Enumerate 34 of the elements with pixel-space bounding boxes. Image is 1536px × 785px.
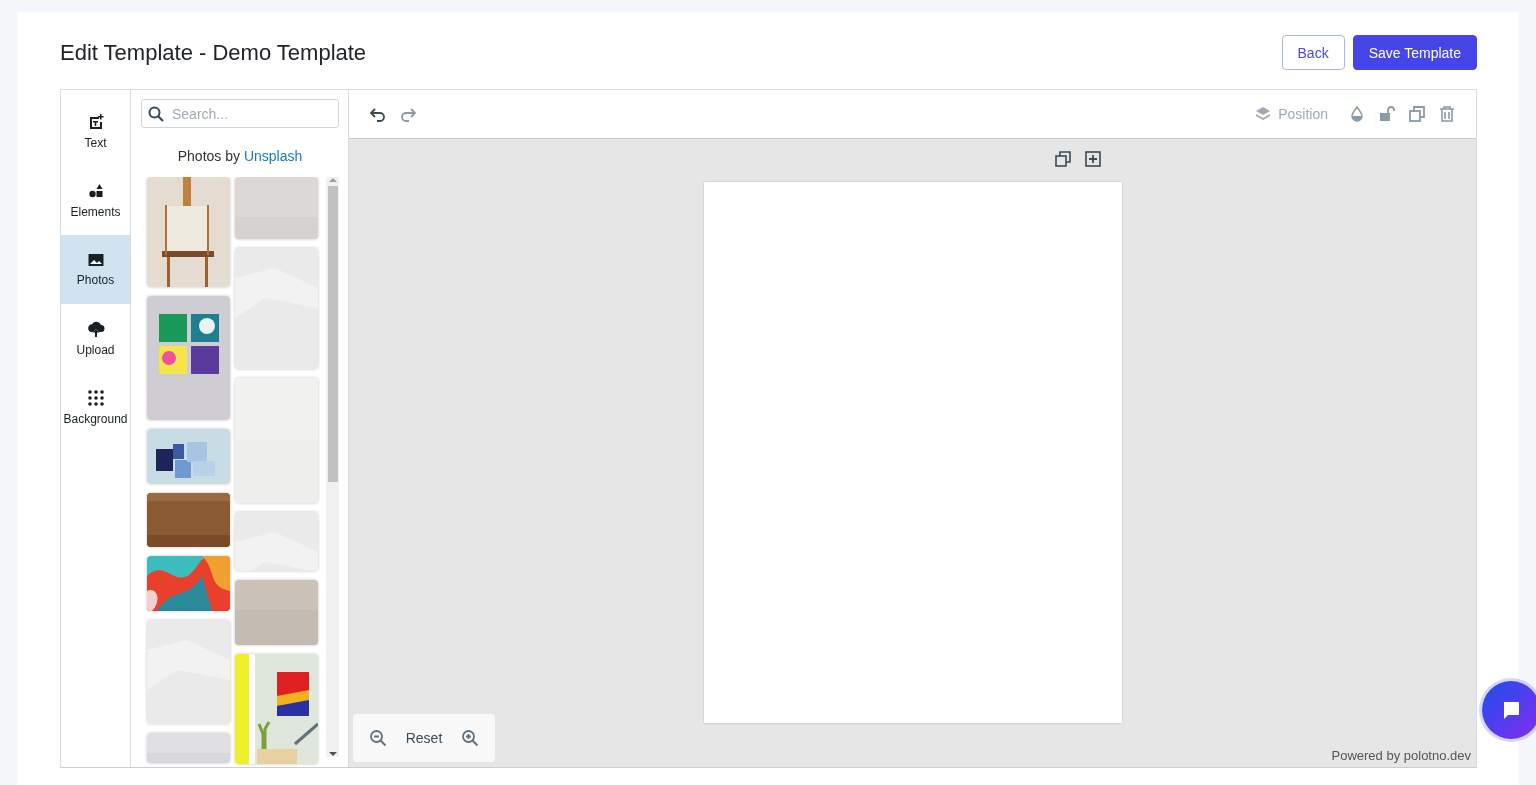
photo-credit: Photos by Unsplash bbox=[176, 148, 304, 164]
scroll-down-icon[interactable] bbox=[328, 751, 337, 757]
back-button[interactable]: Back bbox=[1281, 35, 1345, 70]
scrollbar[interactable] bbox=[326, 177, 339, 757]
dots-grid-icon bbox=[87, 389, 104, 406]
add-page-icon[interactable] bbox=[1083, 150, 1102, 168]
zoom-out-icon[interactable] bbox=[369, 729, 388, 747]
unsplash-link[interactable]: Unsplash bbox=[243, 148, 303, 164]
redo-icon[interactable] bbox=[399, 105, 417, 123]
search-icon bbox=[148, 105, 164, 122]
sidebar-tab[interactable]: Background bbox=[61, 373, 130, 442]
unlock-icon[interactable] bbox=[1378, 105, 1396, 123]
search-field[interactable]: Search... bbox=[141, 99, 339, 128]
image-icon bbox=[87, 252, 104, 267]
sidebar-tab[interactable]: Photos bbox=[61, 235, 130, 304]
layers-icon bbox=[1255, 106, 1272, 122]
shapes-icon bbox=[87, 182, 104, 199]
chat-bubble-icon bbox=[1501, 700, 1521, 720]
duplicate-icon[interactable] bbox=[1408, 105, 1426, 123]
undo-icon[interactable] bbox=[369, 105, 387, 123]
powered-by-text: Powered by polotno.dev bbox=[1331, 748, 1471, 763]
reset-button[interactable]: Reset bbox=[399, 729, 449, 747]
trash-icon[interactable] bbox=[1438, 105, 1456, 123]
page-title: Edit Template - Demo Template bbox=[60, 39, 367, 66]
sidebar-tab[interactable]: Upload bbox=[61, 304, 130, 373]
add-text-icon bbox=[87, 113, 104, 130]
sidebar-tab[interactable]: Elements bbox=[61, 166, 130, 235]
sidebar-tab[interactable]: Text bbox=[61, 97, 130, 166]
zoom-in-icon[interactable] bbox=[460, 729, 479, 747]
save-button[interactable]: Save Template bbox=[1352, 35, 1477, 70]
opacity-drop-icon[interactable] bbox=[1348, 105, 1366, 123]
scroll-up-icon[interactable] bbox=[328, 177, 337, 183]
cloud-upload-icon bbox=[86, 320, 105, 337]
duplicate-page-icon[interactable] bbox=[1053, 150, 1072, 168]
